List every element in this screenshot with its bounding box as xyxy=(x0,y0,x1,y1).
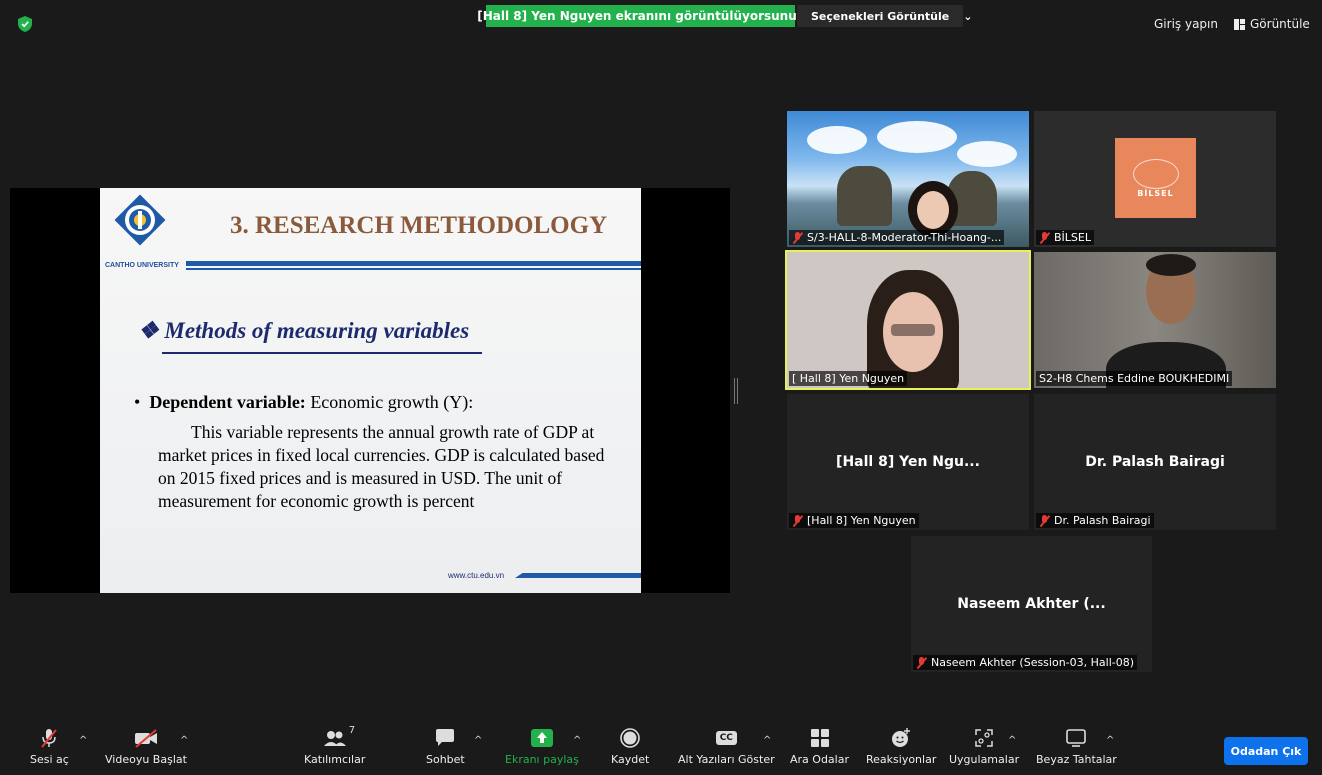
participant-name-tag: [Hall 8] Yen Nguyen xyxy=(789,513,919,528)
participant-name-tag: BİLSEL xyxy=(1036,230,1094,245)
title-rule-thin xyxy=(186,268,641,270)
participant-tile-chems[interactable]: S2-H8 Chems Eddine BOUKHEDIMI xyxy=(1034,252,1276,388)
screen-share-banner: [Hall 8] Yen Nguyen ekranını görüntülüyo… xyxy=(477,5,804,27)
chat-icon xyxy=(434,727,456,749)
view-layout-button[interactable]: Görüntüle xyxy=(1234,17,1310,31)
view-options-label: Seçenekleri Görüntüle xyxy=(811,9,950,23)
participant-display-name: Naseem Akhter (... xyxy=(957,596,1106,612)
record-button[interactable]: Kaydet xyxy=(611,727,649,766)
record-icon xyxy=(619,727,641,749)
participant-tile-yen-nguyen-active[interactable]: [ Hall 8] Yen Nguyen xyxy=(785,250,1031,390)
mic-muted-icon xyxy=(38,727,60,749)
participant-name-tag: [ Hall 8] Yen Nguyen xyxy=(789,371,908,386)
show-captions-button[interactable]: CC Alt Yazıları Göster xyxy=(678,727,775,766)
university-name: CANTHO UNIVERSITY xyxy=(105,262,179,269)
participant-tile-palash-bairagi[interactable]: Dr. Palash Bairagi Dr. Palash Bairagi xyxy=(1034,394,1276,530)
shared-screen[interactable]: CANTHO UNIVERSITY 3. RESEARCH METHODOLOG… xyxy=(10,188,730,593)
participants-icon: 7 xyxy=(323,725,355,749)
muted-mic-icon xyxy=(916,656,927,669)
apps-button[interactable]: Uygulamalar xyxy=(949,727,1019,766)
captions-icon: CC xyxy=(715,727,737,749)
sign-in-link[interactable]: Giriş yapın xyxy=(1154,17,1218,31)
university-logo xyxy=(114,194,166,246)
bilsel-logo: BİLSEL xyxy=(1115,138,1196,218)
muted-mic-icon xyxy=(792,231,803,244)
view-layout-label: Görüntüle xyxy=(1250,17,1310,31)
chat-button[interactable]: Sohbet xyxy=(426,727,465,766)
share-options-caret[interactable]: ^ xyxy=(573,735,581,746)
subtitle-underline xyxy=(162,352,482,354)
video-options-caret[interactable]: ^ xyxy=(180,735,188,746)
muted-mic-icon xyxy=(792,514,803,527)
bullet-text: Economic growth (Y): xyxy=(305,392,474,412)
unmute-button[interactable]: Sesi aç xyxy=(30,727,69,766)
breakout-rooms-icon xyxy=(810,727,830,749)
chat-options-caret[interactable]: ^ xyxy=(474,735,482,746)
footer-bar xyxy=(515,573,641,578)
participant-tile-moderator[interactable]: S/3-HALL-8-Moderator-Thi-Hoang-... xyxy=(787,111,1029,247)
slide-subtitle: ❖ Methods of measuring variables xyxy=(138,318,470,343)
slide-paragraph: This variable represents the annual grow… xyxy=(158,422,605,511)
whiteboard-icon xyxy=(1065,727,1087,749)
view-options-button[interactable]: Seçenekleri Görüntüle ⌄ xyxy=(797,5,972,27)
apps-icon xyxy=(973,727,995,749)
participant-display-name: Dr. Palash Bairagi xyxy=(1085,454,1225,470)
participant-tile-naseem-akhter[interactable]: Naseem Akhter (... Naseem Akhter (Sessio… xyxy=(911,536,1152,672)
participants-count: 7 xyxy=(348,725,356,736)
captions-options-caret[interactable]: ^ xyxy=(763,735,771,746)
participants-button[interactable]: 7 Katılımcılar xyxy=(304,725,365,766)
bullet-dot: • xyxy=(134,392,150,412)
video-off-icon xyxy=(133,727,159,749)
reactions-button[interactable]: Reaksiyonlar xyxy=(866,727,936,766)
whiteboards-button[interactable]: Beyaz Tahtalar xyxy=(1036,727,1117,766)
participant-tile-yen-nguyen[interactable]: [Hall 8] Yen Ngu... [Hall 8] Yen Nguyen xyxy=(787,394,1029,530)
apps-options-caret[interactable]: ^ xyxy=(1008,735,1016,746)
footer-url: www.ctu.edu.vn xyxy=(448,571,505,580)
whiteboard-options-caret[interactable]: ^ xyxy=(1106,735,1114,746)
chevron-down-icon: ⌄ xyxy=(963,9,973,23)
layout-grid-icon xyxy=(1234,18,1245,30)
participant-name-tag: S/3-HALL-8-Moderator-Thi-Hoang-... xyxy=(789,230,1005,245)
reactions-icon xyxy=(890,727,912,749)
share-screen-icon xyxy=(530,727,554,749)
presentation-slide: CANTHO UNIVERSITY 3. RESEARCH METHODOLOG… xyxy=(100,188,641,593)
participant-tile-bilsel[interactable]: BİLSEL BİLSEL xyxy=(1034,111,1276,247)
muted-mic-icon xyxy=(1039,514,1050,527)
start-video-button[interactable]: Videoyu Başlat xyxy=(105,727,187,766)
slide-title: 3. RESEARCH METHODOLOGY xyxy=(230,212,608,239)
audio-options-caret[interactable]: ^ xyxy=(79,735,87,746)
participant-name-tag: S2-H8 Chems Eddine BOUKHEDIMI xyxy=(1036,371,1233,386)
muted-mic-icon xyxy=(1039,231,1050,244)
title-rule xyxy=(186,261,641,266)
participant-name-tag: Dr. Palash Bairagi xyxy=(1036,513,1154,528)
share-screen-button[interactable]: Ekranı paylaş xyxy=(505,727,579,766)
bullet-item: • Dependent variable: Economic growth (Y… xyxy=(134,392,473,413)
security-shield-icon[interactable] xyxy=(18,16,32,32)
breakout-rooms-button[interactable]: Ara Odalar xyxy=(790,727,849,766)
participant-name-tag: Naseem Akhter (Session-03, Hall-08) xyxy=(913,655,1138,670)
participant-display-name: [Hall 8] Yen Ngu... xyxy=(836,454,980,470)
leave-room-button[interactable]: Odadan Çık xyxy=(1224,737,1308,765)
panel-resize-handle[interactable] xyxy=(734,378,738,404)
bullet-label: Dependent variable: xyxy=(149,392,306,412)
